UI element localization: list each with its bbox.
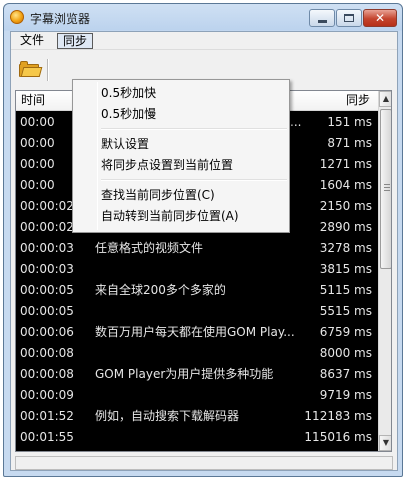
open-folder-icon[interactable] — [19, 61, 43, 77]
row-sync: 112183 ms — [304, 409, 372, 423]
sync-menu-dropdown: 0.5秒加快 0.5秒加慢 默认设置 将同步点设置到当前位置 查找当前同步位置(… — [72, 79, 290, 233]
table-row[interactable]: 00:00:08 8000 ms — [16, 343, 378, 364]
toolbar-separator — [47, 59, 49, 81]
row-time: 00:00:09 — [20, 388, 74, 402]
table-row[interactable]: 00:00:03 任意格式的视频文件 3278 ms — [16, 238, 378, 259]
table-row[interactable]: 00:00:08 GOM Player为用户提供多种功能 8637 ms — [16, 364, 378, 385]
close-icon: ✕ — [374, 11, 386, 25]
vertical-scrollbar[interactable]: ▲ ▼ — [378, 91, 391, 451]
close-button[interactable]: ✕ — [363, 9, 397, 27]
maximize-icon — [344, 14, 354, 22]
row-subtitle-text: 例如，自动搜索下载解码器 — [95, 409, 240, 423]
status-bar — [15, 456, 393, 470]
minimize-button[interactable] — [309, 9, 335, 27]
row-time: 00:00 — [20, 157, 55, 171]
column-header-sync[interactable]: 同步 — [346, 91, 370, 111]
row-subtitle-text: GOM Player为用户提供多种功能 — [95, 367, 274, 381]
row-time: 00:00 — [20, 178, 55, 192]
row-time: 00:00:06 — [20, 325, 74, 339]
row-sync: 2150 ms — [319, 199, 372, 213]
row-time: 00:00 — [20, 136, 55, 150]
row-time: 00:01:52 — [20, 409, 74, 423]
row-subtitle-text: 任意格式的视频文件 — [95, 241, 204, 255]
table-row[interactable]: 00:00:05 来自全球200多个多家的 5115 ms — [16, 280, 378, 301]
menu-item-auto-goto-sync[interactable]: 自动转到当前同步位置(A) — [75, 206, 287, 226]
minimize-icon — [317, 19, 327, 23]
row-sync: 871 ms — [327, 136, 372, 150]
title-bar[interactable]: 字幕浏览器 ✕ — [4, 4, 402, 31]
menu-item-default-settings[interactable]: 默认设置 — [75, 134, 287, 154]
table-row[interactable]: 00:00:09 9719 ms — [16, 385, 378, 406]
app-icon — [10, 10, 24, 24]
row-sync: 5515 ms — [319, 304, 372, 318]
column-header-time[interactable]: 时间 — [21, 91, 45, 111]
row-time: 00:00:03 — [20, 241, 74, 255]
row-sync: 115016 ms — [304, 430, 372, 444]
menu-item-find-sync-position[interactable]: 查找当前同步位置(C) — [75, 185, 287, 205]
menu-file[interactable]: 文件 — [15, 33, 49, 49]
row-time: 00:00:02 — [20, 220, 74, 234]
row-sync: 8000 ms — [319, 346, 372, 360]
client-area: 文件 同步 时间 同步 00:00151 ms的...00:00871 ms00… — [10, 31, 398, 471]
table-row[interactable]: 00:00:05 5515 ms — [16, 301, 378, 322]
maximize-button[interactable] — [336, 9, 362, 27]
row-sync: 8637 ms — [319, 367, 372, 381]
menu-item-set-sync-point[interactable]: 将同步点设置到当前位置 — [75, 155, 287, 175]
row-sync: 151 ms — [327, 115, 372, 129]
row-subtitle-text: 数百万用户每天都在使用GOM Play... — [95, 325, 295, 339]
window-title: 字幕浏览器 — [30, 12, 91, 26]
menu-bar: 文件 同步 — [11, 32, 397, 50]
row-sync: 1604 ms — [319, 178, 372, 192]
row-time: 00:00:03 — [20, 262, 74, 276]
row-time: 00:00:08 — [20, 367, 74, 381]
table-row[interactable]: 00:00:03 3815 ms — [16, 259, 378, 280]
app-window: 字幕浏览器 ✕ 文件 同步 时间 同步 00:00151 ms的...00:00… — [3, 3, 403, 477]
scroll-up-button[interactable]: ▲ — [379, 91, 391, 107]
scroll-down-button[interactable]: ▼ — [379, 435, 391, 451]
table-row[interactable]: 00:01:52 例如，自动搜索下载解码器 112183 ms — [16, 406, 378, 427]
row-sync: 9719 ms — [319, 388, 372, 402]
row-sync: 5115 ms — [319, 283, 372, 297]
row-sync: 3815 ms — [319, 262, 372, 276]
row-sync: 2890 ms — [319, 220, 372, 234]
scroll-thumb[interactable] — [380, 109, 391, 269]
row-time: 00:00:08 — [20, 346, 74, 360]
menu-item-speed-up[interactable]: 0.5秒加快 — [75, 83, 287, 103]
menu-separator — [101, 128, 287, 130]
table-row[interactable]: 00:00:06 数百万用户每天都在使用GOM Play... 6759 ms — [16, 322, 378, 343]
row-sync: 6759 ms — [319, 325, 372, 339]
menu-sync[interactable]: 同步 — [57, 33, 94, 49]
row-time: 00:00 — [20, 115, 55, 129]
row-time: 00:00:02 — [20, 199, 74, 213]
row-sync: 3278 ms — [319, 241, 372, 255]
row-time: 00:00:05 — [20, 304, 74, 318]
menu-item-slow-down[interactable]: 0.5秒加慢 — [75, 104, 287, 124]
row-time: 00:01:55 — [20, 430, 74, 444]
row-sync: 1271 ms — [319, 157, 372, 171]
row-subtitle-text: 来自全球200多个多家的 — [95, 283, 226, 297]
row-time: 00:00:05 — [20, 283, 74, 297]
table-row[interactable]: 00:01:55 115016 ms — [16, 427, 378, 448]
menu-separator — [101, 179, 287, 181]
